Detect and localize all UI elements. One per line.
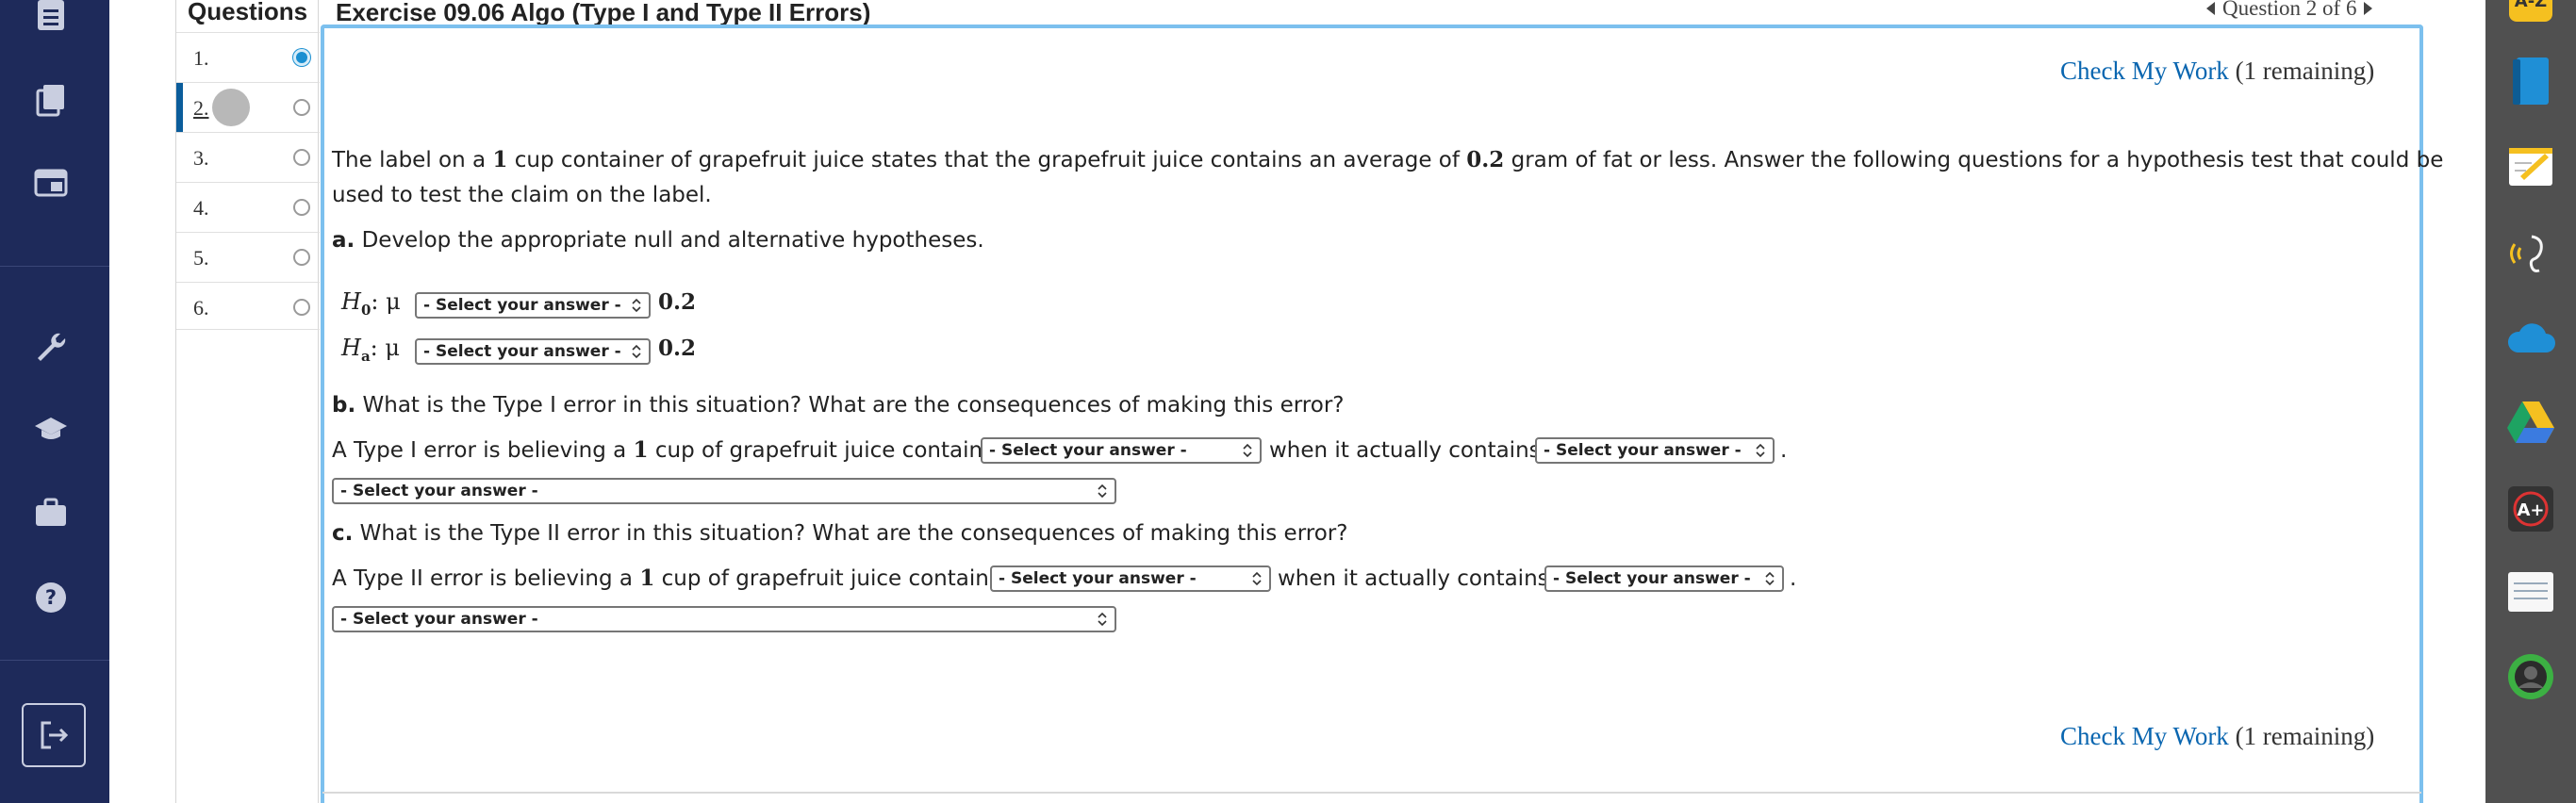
google-drive-icon[interactable] [2504,396,2557,449]
question-item-4[interactable]: 4. [176,182,320,232]
question-item-6[interactable]: 6. [176,282,320,332]
question-item-5[interactable]: 5. [176,232,320,282]
next-question-icon[interactable] [2364,2,2373,15]
check-my-work-link[interactable]: Check My Work [2060,57,2229,85]
profile-icon[interactable] [2504,650,2557,703]
exit-icon[interactable] [22,703,86,767]
graduation-cap-icon[interactable] [28,407,74,452]
type2-period: . [1790,566,1797,591]
remaining-count: (1 remaining) [2235,57,2375,85]
notebook-app-icon[interactable] [2504,565,2557,618]
type2-consequence-select[interactable]: - Select your answer - [332,606,1116,632]
type2-believed-select[interactable]: - Select your answer - [990,565,1271,592]
type2-sentence-middle: when it actually contains [1278,566,1549,591]
check-my-work-link[interactable]: Check My Work [2060,722,2229,750]
type1-sentence-start: A Type I error is believing a 1 cup of g… [332,437,995,463]
exercise-title: Exercise 09.06 Algo (Type I and Type II … [336,0,871,26]
card-icon[interactable] [28,160,74,205]
part-a-question: a. Develop the appropriate null and alte… [332,228,984,253]
pointer-cursor-icon [212,89,250,126]
status-open-icon [293,199,310,216]
books-icon[interactable] [28,77,74,123]
question-number: 5. [193,246,209,270]
question-number: 1. [193,46,209,70]
question-number: 4. [193,196,209,220]
type1-consequence-select[interactable]: - Select your answer - [332,478,1116,504]
remaining-count: (1 remaining) [2235,722,2375,750]
type1-sentence-middle: when it actually contains [1269,438,1541,463]
null-hypothesis-value: 0.2 [658,289,697,315]
check-my-work-top: Check My Work (1 remaining) [2060,57,2374,86]
list-icon[interactable] [28,0,74,38]
problem-intro-line-2: used to test the claim on the label. [332,183,712,207]
questions-header: Questions [188,0,308,25]
question-item-2[interactable]: 2. [176,82,320,133]
type1-believed-select[interactable]: - Select your answer - [981,437,1262,464]
status-open-icon [293,299,310,316]
a-z-app-icon[interactable]: A-Z [2504,0,2557,26]
svg-text:A-Z: A-Z [2515,0,2547,11]
type2-actual-select[interactable]: - Select your answer - [1544,565,1784,592]
listen-app-icon[interactable] [2504,226,2557,279]
active-indicator [176,83,183,133]
alternative-hypothesis-operator-select[interactable]: - Select your answer - [415,338,651,365]
briefcase-icon[interactable] [28,490,74,535]
status-open-icon [293,99,310,116]
left-nav: ? [0,0,109,803]
book-app-icon[interactable] [2504,55,2557,107]
question-position: Question 2 of 6 [2222,0,2357,20]
type1-actual-select[interactable]: - Select your answer - [1535,437,1775,464]
type2-sentence-start: A Type II error is believing a 1 cup of … [332,565,1000,591]
question-number: 2. [193,96,209,120]
help-icon[interactable]: ? [28,575,74,620]
status-complete-icon [293,49,310,66]
questions-panel: Questions 1. 2. 3. 4. 5. 6. [175,0,320,803]
question-navigator: Question 2 of 6 [2206,0,2373,21]
svg-text:A+: A+ [2517,500,2544,520]
status-open-icon [293,149,310,166]
question-number: 3. [193,146,209,170]
null-hypothesis-operator-select[interactable]: - Select your answer - [415,292,651,319]
svg-text:?: ? [45,586,57,609]
type1-period: . [1780,438,1788,463]
status-open-icon [293,249,310,266]
onedrive-icon[interactable] [2504,311,2557,364]
null-hypothesis-label: H0: μ [341,288,401,319]
question-number: 6. [193,296,209,320]
question-item-3[interactable]: 3. [176,132,320,182]
previous-question-icon[interactable] [2206,2,2215,15]
notes-app-icon[interactable] [2504,139,2557,192]
part-c-question: c. What is the Type II error in this sit… [332,521,1348,546]
question-item-1[interactable]: 1. [176,32,320,82]
problem-intro-line-1: The label on a 1 cup container of grapef… [332,147,2444,172]
check-my-work-bottom: Check My Work (1 remaining) [2060,722,2374,751]
grade-app-icon[interactable]: A+ [2504,483,2557,535]
alternative-hypothesis-value: 0.2 [658,336,697,361]
alternative-hypothesis-label: Ha: μ [341,335,400,365]
wrench-icon[interactable] [28,324,74,369]
part-b-question: b. What is the Type I error in this situ… [332,393,1345,418]
right-dock: A-Z A+ [2485,0,2576,803]
